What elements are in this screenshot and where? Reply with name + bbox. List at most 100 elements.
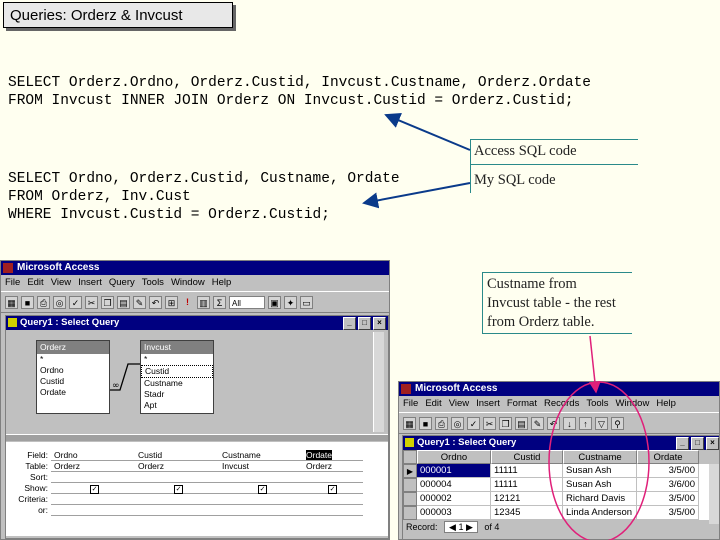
- grid-table-2[interactable]: Orderz: [135, 461, 219, 472]
- maximize-button[interactable]: □: [691, 437, 704, 450]
- properties-icon[interactable]: ▣: [268, 295, 281, 309]
- menu-edit[interactable]: Edit: [27, 275, 43, 291]
- show-checkbox-4[interactable]: ✓: [328, 485, 337, 494]
- menu-format[interactable]: Format: [507, 396, 537, 412]
- menu-view[interactable]: View: [449, 396, 469, 412]
- grid-or-2[interactable]: [135, 505, 219, 516]
- menu-insert[interactable]: Insert: [78, 275, 102, 291]
- show-checkbox-1[interactable]: ✓: [90, 485, 99, 494]
- copy-icon[interactable]: ❐: [499, 416, 512, 430]
- record-selector-current-icon[interactable]: ▶: [403, 464, 417, 478]
- top-values-combo[interactable]: All: [229, 295, 265, 309]
- menu-records[interactable]: Records: [544, 396, 579, 412]
- paste-icon[interactable]: ▤: [117, 295, 130, 309]
- close-button[interactable]: ×: [373, 317, 386, 330]
- menu-edit[interactable]: Edit: [425, 396, 441, 412]
- grid-criteria-1[interactable]: [51, 494, 135, 505]
- record-label: Record:: [406, 522, 438, 532]
- grid-sort-2[interactable]: [135, 472, 219, 483]
- grid-criteria-2[interactable]: [135, 494, 219, 505]
- grid-or-4[interactable]: [303, 505, 363, 516]
- minimize-button[interactable]: _: [343, 317, 356, 330]
- table-invcust[interactable]: Invcust * Custid Custname Stadr Apt: [140, 340, 214, 414]
- vertical-scrollbar[interactable]: [373, 332, 384, 432]
- menu-tools[interactable]: Tools: [142, 275, 164, 291]
- query-design-title-bar: Query1 : Select Query _ □ ×: [6, 316, 388, 330]
- grid-criteria-3[interactable]: [219, 494, 303, 505]
- format-painter-icon[interactable]: ✎: [531, 416, 544, 430]
- column-header-custname[interactable]: Custname: [563, 450, 637, 464]
- undo-icon[interactable]: ↶: [149, 295, 162, 309]
- column-header-ordate[interactable]: Ordate: [637, 450, 699, 464]
- database-window-icon[interactable]: ▭: [300, 295, 313, 309]
- grid-or-3[interactable]: [219, 505, 303, 516]
- find-icon[interactable]: ⚲: [611, 416, 624, 430]
- table-row[interactable]: 000003 12345 Linda Anderson 3/5/00: [403, 506, 719, 520]
- column-header-ordno[interactable]: Ordno: [417, 450, 491, 464]
- callout-custname-border-top: [482, 272, 632, 273]
- grid-table-3[interactable]: Invcust: [219, 461, 303, 472]
- record-nav-buttons[interactable]: ◀ 1 ▶: [444, 521, 478, 533]
- table-row[interactable]: 000004 11111 Susan Ash 3/6/00: [403, 478, 719, 492]
- grid-table-1[interactable]: Orderz: [51, 461, 135, 472]
- grid-table-4[interactable]: Orderz: [303, 461, 363, 472]
- print-icon[interactable]: ⎙: [435, 416, 448, 430]
- menu-tools[interactable]: Tools: [586, 396, 608, 412]
- menu-file[interactable]: File: [5, 275, 20, 291]
- menu-insert[interactable]: Insert: [476, 396, 500, 412]
- sigma-icon[interactable]: Σ: [213, 295, 226, 309]
- paste-icon[interactable]: ▤: [515, 416, 528, 430]
- print-icon[interactable]: ⎙: [37, 295, 50, 309]
- show-table-icon[interactable]: ▥: [197, 295, 210, 309]
- view-icon[interactable]: ▦: [403, 416, 416, 430]
- menu-help[interactable]: Help: [656, 396, 676, 412]
- sort-asc-icon[interactable]: ↓: [563, 416, 576, 430]
- menu-file[interactable]: File: [403, 396, 418, 412]
- grid-or-1[interactable]: [51, 505, 135, 516]
- table-row[interactable]: 000002 12121 Richard Davis 3/5/00: [403, 492, 719, 506]
- copy-icon[interactable]: ❐: [101, 295, 114, 309]
- grid-sort-4[interactable]: [303, 472, 363, 483]
- grid-field-2[interactable]: Custid: [135, 450, 219, 461]
- spell-icon[interactable]: ✓: [467, 416, 480, 430]
- preview-icon[interactable]: ◎: [53, 295, 66, 309]
- show-checkbox-3[interactable]: ✓: [258, 485, 267, 494]
- menu-window[interactable]: Window: [616, 396, 650, 412]
- run-icon[interactable]: !: [181, 296, 194, 309]
- pane-divider[interactable]: [6, 434, 388, 441]
- grid-criteria-4[interactable]: [303, 494, 363, 505]
- table-row[interactable]: ▶ 000001 11111 Susan Ash 3/5/00: [403, 464, 719, 478]
- format-painter-icon[interactable]: ✎: [133, 295, 146, 309]
- cut-icon[interactable]: ✂: [483, 416, 496, 430]
- grid-field-3[interactable]: Custname: [219, 450, 303, 461]
- view-icon[interactable]: ▦: [5, 295, 18, 309]
- minimize-button[interactable]: _: [676, 437, 689, 450]
- show-checkbox-2[interactable]: ✓: [174, 485, 183, 494]
- table-orderz[interactable]: Orderz * Ordno Custid Ordate: [36, 340, 110, 414]
- menu-window[interactable]: Window: [171, 275, 205, 291]
- grid-label-or: or:: [38, 505, 48, 515]
- grid-sort-1[interactable]: [51, 472, 135, 483]
- vertical-scrollbar[interactable]: [709, 464, 719, 524]
- query-type-icon[interactable]: ⊞: [165, 295, 178, 309]
- save-icon[interactable]: ■: [419, 416, 432, 430]
- save-icon[interactable]: ■: [21, 295, 34, 309]
- select-all-cell[interactable]: [403, 450, 417, 464]
- menu-query[interactable]: Query: [109, 275, 135, 291]
- filter-icon[interactable]: ▽: [595, 416, 608, 430]
- maximize-button[interactable]: □: [358, 317, 371, 330]
- build-icon[interactable]: ✦: [284, 295, 297, 309]
- grid-show-3: ✓: [219, 483, 303, 494]
- preview-icon[interactable]: ◎: [451, 416, 464, 430]
- cut-icon[interactable]: ✂: [85, 295, 98, 309]
- menu-help[interactable]: Help: [212, 275, 232, 291]
- column-header-custid[interactable]: Custid: [491, 450, 563, 464]
- menu-view[interactable]: View: [51, 275, 71, 291]
- sort-desc-icon[interactable]: ↑: [579, 416, 592, 430]
- close-button[interactable]: ×: [706, 437, 719, 450]
- undo-icon[interactable]: ↶: [547, 416, 560, 430]
- spell-icon[interactable]: ✓: [69, 295, 82, 309]
- grid-field-4[interactable]: Ordate: [303, 450, 363, 461]
- grid-sort-3[interactable]: [219, 472, 303, 483]
- grid-field-1[interactable]: Ordno: [51, 450, 135, 461]
